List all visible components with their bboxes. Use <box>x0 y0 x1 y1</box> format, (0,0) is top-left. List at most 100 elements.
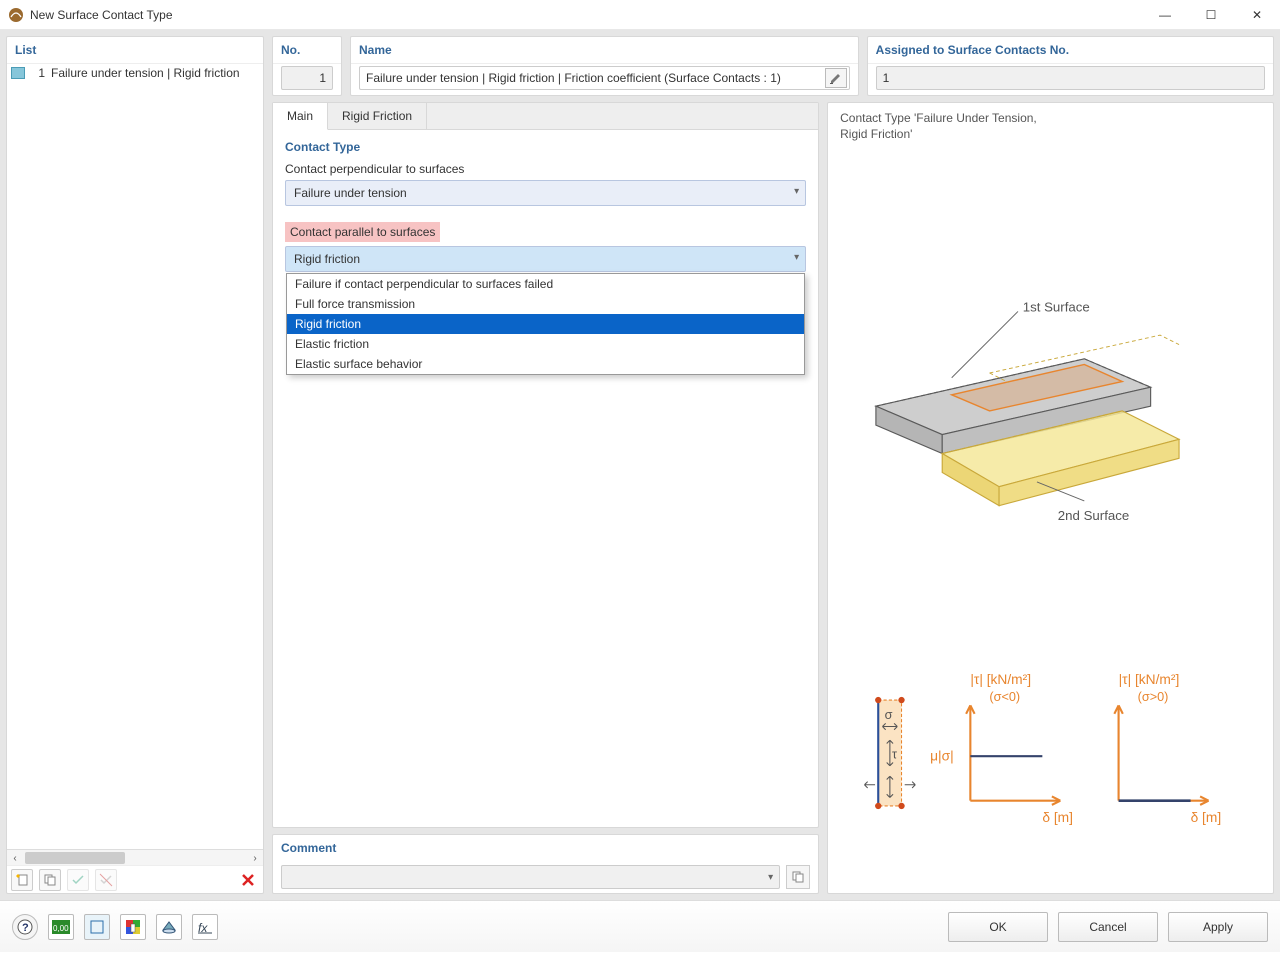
svg-text:?: ? <box>22 922 29 934</box>
window-controls: — ☐ ✕ <box>1142 0 1280 30</box>
surfaces-illustration: 1st Surface <box>838 283 1198 643</box>
right-area: No. 1 Name Failure under tension | Rigid… <box>272 36 1274 894</box>
parallel-option[interactable]: Full force transmission <box>287 294 804 314</box>
tab-rigid-friction[interactable]: Rigid Friction <box>328 103 427 129</box>
number-field[interactable]: 1 <box>281 66 333 90</box>
tab-main[interactable]: Main <box>273 103 328 130</box>
comment-extra-button[interactable] <box>786 865 810 889</box>
duplicate-button[interactable] <box>39 869 61 891</box>
list-header: List <box>7 37 263 64</box>
svg-text:μ|σ|: μ|σ| <box>930 748 954 763</box>
svg-text:σ: σ <box>885 708 893 722</box>
left-mid-column: Main Rigid Friction Contact Type Contact… <box>272 102 819 894</box>
units-icon: 0,00 <box>52 920 70 934</box>
list-item-index: 1 <box>31 66 45 80</box>
edit-name-button[interactable] <box>825 68 847 88</box>
name-header: Name <box>351 37 858 64</box>
assigned-header: Assigned to Surface Contacts No. <box>868 37 1273 64</box>
view-button[interactable] <box>84 914 110 940</box>
list-body: 1 Failure under tension | Rigid friction <box>7 64 263 849</box>
parallel-dropdown-list: Failure if contact perpendicular to surf… <box>286 273 805 375</box>
parallel-option[interactable]: Failure if contact perpendicular to surf… <box>287 274 804 294</box>
window-title: New Surface Contact Type <box>30 8 1142 22</box>
parallel-option[interactable]: Elastic surface behavior <box>287 354 804 374</box>
help-button[interactable]: ? <box>12 914 38 940</box>
view-icon <box>90 920 104 934</box>
label-1st-surface: 1st Surface <box>1023 299 1090 314</box>
assigned-field[interactable]: 1 <box>876 66 1265 90</box>
comment-header: Comment <box>273 835 818 861</box>
cancel-button[interactable]: Cancel <box>1058 912 1158 942</box>
ok-button[interactable]: OK <box>948 912 1048 942</box>
svg-text:|τ| [kN/m²]: |τ| [kN/m²] <box>1119 672 1180 687</box>
footer-left-buttons: ? 0,00 <box>12 914 218 940</box>
svg-text:δ [m]: δ [m] <box>1042 810 1073 825</box>
parallel-dropdown[interactable]: Rigid friction ▾ Failure if contact perp… <box>285 246 806 272</box>
svg-text:δ [m]: δ [m] <box>1191 810 1222 825</box>
perpendicular-value: Failure under tension <box>294 186 407 200</box>
apply-button[interactable]: Apply <box>1168 912 1268 942</box>
render-icon <box>161 920 177 934</box>
chevron-down-icon: ▾ <box>768 872 773 883</box>
mid-row: Main Rigid Friction Contact Type Contact… <box>272 102 1274 894</box>
svg-text:0,00: 0,00 <box>53 924 69 933</box>
number-value: 1 <box>319 71 326 85</box>
comment-extra-icon <box>791 870 805 884</box>
name-field[interactable]: Failure under tension | Rigid friction |… <box>359 66 850 90</box>
comment-combo[interactable]: ▾ <box>281 865 780 889</box>
svg-text:τ: τ <box>892 747 897 761</box>
delete-button[interactable] <box>237 869 259 891</box>
dialog-footer: ? 0,00 <box>0 900 1280 952</box>
scroll-left-icon[interactable]: ‹ <box>7 850 23 866</box>
top-row: No. 1 Name Failure under tension | Rigid… <box>272 36 1274 96</box>
colors-button[interactable] <box>120 914 146 940</box>
minimize-button[interactable]: — <box>1142 0 1188 30</box>
tabs-container: Main Rigid Friction Contact Type Contact… <box>272 102 819 828</box>
close-button[interactable]: ✕ <box>1234 0 1280 30</box>
tabs-strip: Main Rigid Friction <box>273 103 818 130</box>
illustration-panel: Contact Type 'Failure Under Tension, Rig… <box>827 102 1274 894</box>
name-value: Failure under tension | Rigid friction |… <box>366 71 781 85</box>
help-icon: ? <box>17 919 33 935</box>
chevron-down-icon: ▾ <box>794 186 799 197</box>
illustration-title: Contact Type 'Failure Under Tension, Rig… <box>840 111 1261 142</box>
app-icon <box>8 7 24 23</box>
comment-panel: Comment ▾ <box>272 834 819 894</box>
contact-type-title: Contact Type <box>285 140 806 154</box>
colors-icon <box>126 920 140 934</box>
units-button[interactable]: 0,00 <box>48 914 74 940</box>
check-button <box>67 869 89 891</box>
check-icon <box>71 873 85 887</box>
tab-body-main: Contact Type Contact perpendicular to su… <box>273 130 818 827</box>
svg-text:fx: fx <box>198 921 208 934</box>
list-hscrollbar[interactable]: ‹ › <box>7 849 263 865</box>
list-item-text: Failure under tension | Rigid friction <box>51 66 240 80</box>
list-toolbar <box>7 865 263 893</box>
parallel-label: Contact parallel to surfaces <box>285 222 440 242</box>
duplicate-icon <box>43 873 57 887</box>
list-item-swatch <box>11 67 25 79</box>
list-panel: List 1 Failure under tension | Rigid fri… <box>6 36 264 894</box>
parallel-option[interactable]: Elastic friction <box>287 334 804 354</box>
name-panel: Name Failure under tension | Rigid frict… <box>350 36 859 96</box>
new-icon <box>15 873 29 887</box>
render-button[interactable] <box>156 914 182 940</box>
list-item[interactable]: 1 Failure under tension | Rigid friction <box>7 64 263 82</box>
number-header: No. <box>273 37 341 64</box>
graphs-illustration: σ τ |τ| [kN/m²] (σ<0) <box>838 663 1240 843</box>
maximize-button[interactable]: ☐ <box>1188 0 1234 30</box>
scroll-right-icon[interactable]: › <box>247 850 263 866</box>
titlebar: New Surface Contact Type — ☐ ✕ <box>0 0 1280 30</box>
svg-text:(σ<0): (σ<0) <box>990 690 1021 704</box>
parallel-option[interactable]: Rigid friction <box>287 314 804 334</box>
chevron-down-icon: ▾ <box>794 252 799 263</box>
pencil-icon <box>829 71 843 85</box>
label-2nd-surface: 2nd Surface <box>1058 508 1129 523</box>
scroll-thumb[interactable] <box>25 852 125 864</box>
delete-icon <box>240 872 256 888</box>
perpendicular-dropdown[interactable]: Failure under tension ▾ <box>285 180 806 206</box>
function-button[interactable]: fx <box>192 914 218 940</box>
assigned-panel: Assigned to Surface Contacts No. 1 <box>867 36 1274 96</box>
new-item-button[interactable] <box>11 869 33 891</box>
perpendicular-label: Contact perpendicular to surfaces <box>285 162 806 176</box>
